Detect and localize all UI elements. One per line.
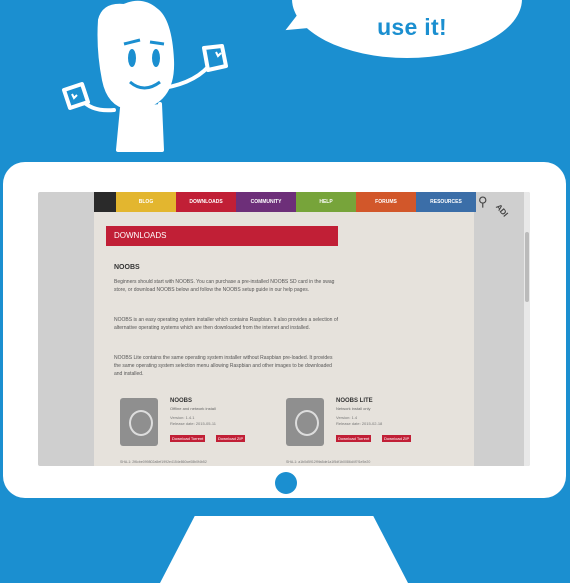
noobs-lite-paragraph: NOOBS Lite contains the same operating s… <box>114 355 333 377</box>
top-nav: BLOG DOWNLOADS COMMUNITY HELP FORUMS RES… <box>94 192 476 212</box>
card-version: Version: 1.4.1 Release date: 2015-05-11 <box>170 415 216 426</box>
noobs-lite-card: NOOBS LITE Network install only Version:… <box>286 398 436 458</box>
power-button-icon <box>275 472 297 494</box>
noobs-paragraph: NOOBS is an easy operating system instal… <box>114 317 338 331</box>
cartoon-character-illustration <box>62 0 228 152</box>
section-title: NOOBS <box>114 264 140 271</box>
noobs-card: NOOBS Offline and network install Versio… <box>120 398 270 458</box>
search-icon[interactable]: ⚲ <box>478 194 494 210</box>
page-title: DOWNLOADS <box>106 226 338 246</box>
nav-item-help[interactable]: HELP <box>296 192 356 212</box>
monitor-stand <box>160 516 408 583</box>
sd-card-image <box>286 398 324 446</box>
card-version: Version: 1.4 Release date: 2015-02-18 <box>336 415 383 426</box>
nav-item-downloads[interactable]: DOWNLOADS <box>176 192 236 212</box>
download-torrent-button[interactable]: Download Torrent <box>170 435 206 442</box>
card-title: NOOBS <box>170 398 193 404</box>
nav-item-blog[interactable]: BLOG <box>116 192 176 212</box>
nav-item-forums[interactable]: FORUMS <box>356 192 416 212</box>
download-zip-button[interactable]: Download ZIP <box>216 435 246 442</box>
raspberry-logo-icon[interactable] <box>94 192 116 212</box>
intro-paragraph: Beginners should start with NOOBS. You c… <box>114 279 335 293</box>
download-zip-button[interactable]: Download ZIP <box>382 435 412 442</box>
card-title: NOOBS LITE <box>336 398 373 404</box>
sha-checksum: SHA-1: 2f6cbe099802a5ef1992e4154e860ce08… <box>120 460 207 464</box>
card-subtitle: Network install only <box>336 406 371 411</box>
monitor-screen: BLOG DOWNLOADS COMMUNITY HELP FORUMS RES… <box>38 192 530 466</box>
speech-bubble-text: use it! <box>377 14 447 40</box>
download-torrent-button[interactable]: Download Torrent <box>336 435 372 442</box>
card-subtitle: Offline and network install <box>170 406 216 411</box>
user-tag: ADI <box>494 202 510 219</box>
nav-item-resources[interactable]: RESOURCES <box>416 192 476 212</box>
sha-checksum: SHA-1: a1b0d5912f9fa5de1a1f5df1b0086d4f7… <box>286 460 371 464</box>
nav-item-community[interactable]: COMMUNITY <box>236 192 296 212</box>
sd-card-image <box>120 398 158 446</box>
scrollbar-thumb[interactable] <box>525 232 529 302</box>
